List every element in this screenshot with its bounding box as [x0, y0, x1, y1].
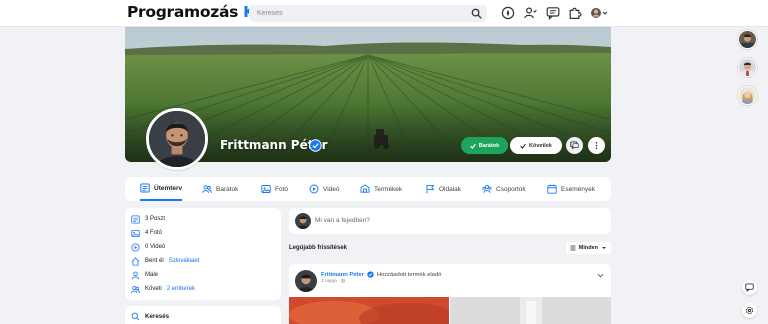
- settings-button[interactable]: [742, 303, 757, 318]
- flag-icon: [426, 184, 435, 194]
- intro-photos[interactable]: 4 Fotó: [131, 227, 162, 239]
- tab-pages[interactable]: Oldalak: [425, 177, 461, 201]
- feed-title: Legújabb frissítések: [289, 245, 348, 251]
- tab-photos[interactable]: Fotó: [261, 177, 288, 201]
- intro-lives-place-link[interactable]: Szlovákiaet: [169, 258, 200, 264]
- photo-icon: [131, 229, 140, 237]
- intro-follows-link[interactable]: 2 emberek: [167, 286, 195, 292]
- top-navigation-bar: Programozás Kft.: [0, 0, 768, 27]
- chevron-down-icon[interactable]: [597, 272, 604, 279]
- message-button[interactable]: [566, 137, 583, 154]
- friends-button[interactable]: Barátok: [461, 137, 508, 154]
- verified-badge-icon: [309, 139, 322, 152]
- post-product-image[interactable]: [289, 297, 449, 324]
- profile-search-label: Keresés: [145, 313, 170, 320]
- intro-follows-prefix: Követi: [145, 286, 162, 292]
- messages-icon: [570, 141, 579, 150]
- friends-button-label: Barátok: [478, 142, 500, 149]
- intro-lives-in: Bent él Szlovákiaet: [131, 255, 199, 267]
- friends-icon[interactable]: [523, 6, 537, 20]
- filter-list-icon: [570, 245, 576, 251]
- messages-icon[interactable]: [546, 6, 560, 20]
- feed-header: Legújabb frissítések Minden: [289, 242, 611, 256]
- intro-photos-text: 4 Fotó: [145, 230, 163, 236]
- more-vertical-icon: [595, 141, 598, 150]
- intro-videos[interactable]: 0 Videó: [131, 241, 165, 253]
- post-product-image[interactable]: [450, 297, 611, 324]
- verified-badge-icon: [367, 271, 374, 278]
- tab-friends[interactable]: Barátok: [202, 177, 238, 201]
- check-icon: [469, 143, 476, 149]
- intro-gender-text: Male: [145, 272, 159, 278]
- search-icon: [131, 312, 140, 321]
- tab-label: Termékek: [374, 185, 403, 193]
- posts-icon: [131, 214, 140, 224]
- post-author-avatar[interactable]: [295, 270, 317, 292]
- calendar-icon: [547, 184, 557, 194]
- post-action-text: Hozzáadott termék eladó: [376, 271, 442, 278]
- timeline-icon: [140, 183, 150, 193]
- profile-avatar[interactable]: [146, 108, 208, 170]
- tab-events[interactable]: Események: [547, 177, 595, 201]
- tab-label: Csoportok: [496, 185, 526, 193]
- post-time[interactable]: 3 napja: [321, 279, 337, 284]
- globe-icon: · ◍: [338, 279, 346, 284]
- post-composer[interactable]: Mi van a fejedben?: [289, 208, 611, 234]
- intro-posts[interactable]: 3 Poszt: [131, 213, 165, 225]
- feed-filter-dropdown[interactable]: Minden: [565, 242, 611, 254]
- home-icon: [131, 257, 140, 266]
- caret-down-icon: [602, 247, 606, 249]
- tab-timeline[interactable]: Ütemterv: [140, 177, 183, 201]
- follow-button[interactable]: Követlek: [510, 137, 562, 154]
- search-icon[interactable]: [471, 8, 482, 19]
- tab-label: Ütemterv: [154, 184, 183, 192]
- contact-avatar[interactable]: [738, 30, 757, 49]
- groups-icon: [482, 184, 492, 193]
- user-icon: [131, 271, 140, 279]
- tab-label: Videó: [323, 185, 340, 193]
- profile-search-card[interactable]: Keresés: [125, 306, 281, 324]
- composer-avatar: [295, 213, 311, 229]
- video-icon: [309, 184, 319, 194]
- post-author-name[interactable]: Frittmann Péter: [321, 272, 364, 278]
- intro-videos-text: 0 Videó: [145, 244, 166, 250]
- post-meta: 3 napja · ◍: [321, 279, 345, 284]
- tab-label: Barátok: [216, 185, 239, 193]
- compass-icon[interactable]: [501, 6, 515, 20]
- chat-button[interactable]: [742, 280, 757, 295]
- profile-tabs: Ütemterv Barátok Fotó Videó Termékek Old…: [125, 177, 611, 201]
- intro-card: 3 Poszt 4 Fotó 0 Videó Bent él Szlovákia…: [125, 208, 281, 300]
- search-input[interactable]: [257, 5, 457, 22]
- contact-avatar[interactable]: [738, 58, 757, 77]
- photo-icon: [261, 185, 271, 193]
- intro-lives-prefix: Bent él: [145, 258, 164, 264]
- tab-label: Fotó: [275, 185, 289, 193]
- search-box: [249, 5, 487, 22]
- intro-posts-text: 3 Poszt: [145, 216, 166, 222]
- composer-placeholder: Mi van a fejedben?: [315, 217, 370, 224]
- tab-label: Események: [561, 185, 595, 193]
- tab-label: Oldalak: [439, 185, 462, 193]
- gear-icon: [745, 306, 754, 315]
- follow-button-label: Követlek: [529, 142, 552, 149]
- feed-post: Frittmann Péter Hozzáadott termék eladó …: [289, 264, 611, 324]
- tab-groups[interactable]: Csoportok: [482, 177, 526, 201]
- intro-follows: Követi 2 emberek: [131, 283, 195, 295]
- tab-products[interactable]: Termékek: [360, 177, 402, 201]
- more-options-button[interactable]: [588, 137, 605, 154]
- intro-gender: Male: [131, 269, 158, 281]
- products-icon: [360, 184, 370, 193]
- tab-videos[interactable]: Videó: [309, 177, 340, 201]
- feed-filter-label: Minden: [578, 245, 598, 251]
- check-icon: [520, 143, 526, 149]
- puzzle-icon[interactable]: [568, 6, 582, 20]
- followers-icon: [131, 285, 140, 293]
- contact-avatar[interactable]: [738, 86, 757, 105]
- chat-icon: [745, 283, 754, 292]
- video-icon: [131, 242, 140, 252]
- user-menu-icon[interactable]: [590, 6, 608, 20]
- logo-main-text: Programozás: [127, 3, 239, 21]
- friends-icon: [202, 185, 212, 193]
